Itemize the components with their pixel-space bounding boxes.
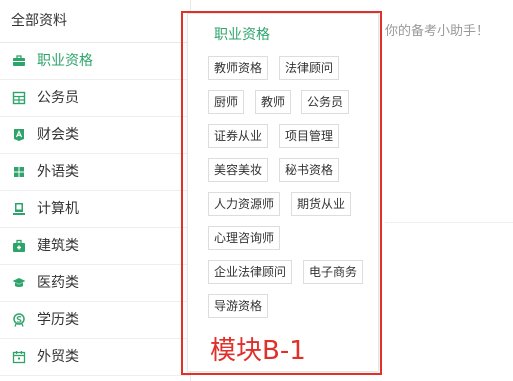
category-sidebar: 全部资料 职业资格 公务员 财会类 外语类 计算机 建筑类 医药类 学历类 外贸…: [0, 0, 190, 381]
sidebar-item-label: 外语类: [37, 164, 79, 180]
sidebar-item-architecture[interactable]: 建筑类: [0, 228, 190, 265]
sidebar-item-accounting[interactable]: 财会类: [0, 117, 190, 154]
tag-hr[interactable]: 人力资源师: [208, 192, 281, 216]
career-qualification-popup: 职业资格 教师资格 法律顾问 厨师 教师 公务员 证券从业 项目管理 美容美妆 …: [187, 13, 379, 372]
briefcase-icon: [12, 54, 26, 68]
diploma-icon: [12, 313, 26, 327]
sidebar-item-label: 计算机: [37, 201, 79, 217]
welcome-text: 你的备考小助手！: [385, 24, 490, 39]
tag-tour-guide[interactable]: 导游资格: [208, 294, 269, 318]
sidebar-item-foreign-trade[interactable]: 外贸类: [0, 339, 190, 376]
annotation-label: 模块B-1: [210, 336, 306, 366]
sidebar-item-label: 外贸类: [37, 349, 79, 365]
tag-secretary[interactable]: 秘书资格: [279, 158, 340, 182]
building-grid-icon: [12, 91, 26, 105]
sidebar-item-medicine[interactable]: 医药类: [0, 265, 190, 302]
sidebar-item-label: 公务员: [37, 90, 79, 106]
tag-civil-servant[interactable]: 公务员: [301, 90, 350, 114]
windows-icon: [12, 165, 26, 179]
tag-teacher[interactable]: 教师: [255, 90, 292, 114]
tag-futures[interactable]: 期货从业: [291, 192, 352, 216]
graduation-cap-icon: [12, 276, 26, 290]
sidebar-item-education[interactable]: 学历类: [0, 302, 190, 339]
tag-project-management[interactable]: 项目管理: [279, 124, 340, 148]
computer-icon: [12, 202, 26, 216]
tag-corporate-legal[interactable]: 企业法律顾问: [208, 260, 293, 284]
sidebar-item-label: 医药类: [37, 275, 79, 291]
tag-ecommerce[interactable]: 电子商务: [303, 260, 364, 284]
popup-title: 职业资格: [214, 27, 270, 43]
tag-chef[interactable]: 厨师: [208, 90, 245, 114]
content-divider: [385, 222, 513, 223]
toolbox-icon: [12, 239, 26, 253]
tag-securities[interactable]: 证券从业: [208, 124, 269, 148]
sidebar-item-label: 职业资格: [37, 53, 93, 69]
sidebar-title: 全部资料: [0, 0, 190, 43]
sidebar-item-foreign-language[interactable]: 外语类: [0, 154, 190, 191]
sidebar-item-label: 财会类: [37, 127, 79, 143]
calendar-icon: [12, 350, 26, 364]
sidebar-item-computer[interactable]: 计算机: [0, 191, 190, 228]
tag-psychology[interactable]: 心理咨询师: [208, 226, 281, 250]
tag-teacher-qualification[interactable]: 教师资格: [208, 56, 269, 80]
tag-legal-advisor[interactable]: 法律顾问: [279, 56, 340, 80]
sidebar-item-career-qualification[interactable]: 职业资格: [0, 43, 190, 80]
sidebar-item-label: 建筑类: [37, 238, 79, 254]
sidebar-item-label: 学历类: [37, 312, 79, 328]
accounting-icon: [12, 128, 26, 142]
sidebar-item-civil-servant[interactable]: 公务员: [0, 80, 190, 117]
tag-beauty[interactable]: 美容美妆: [208, 158, 269, 182]
